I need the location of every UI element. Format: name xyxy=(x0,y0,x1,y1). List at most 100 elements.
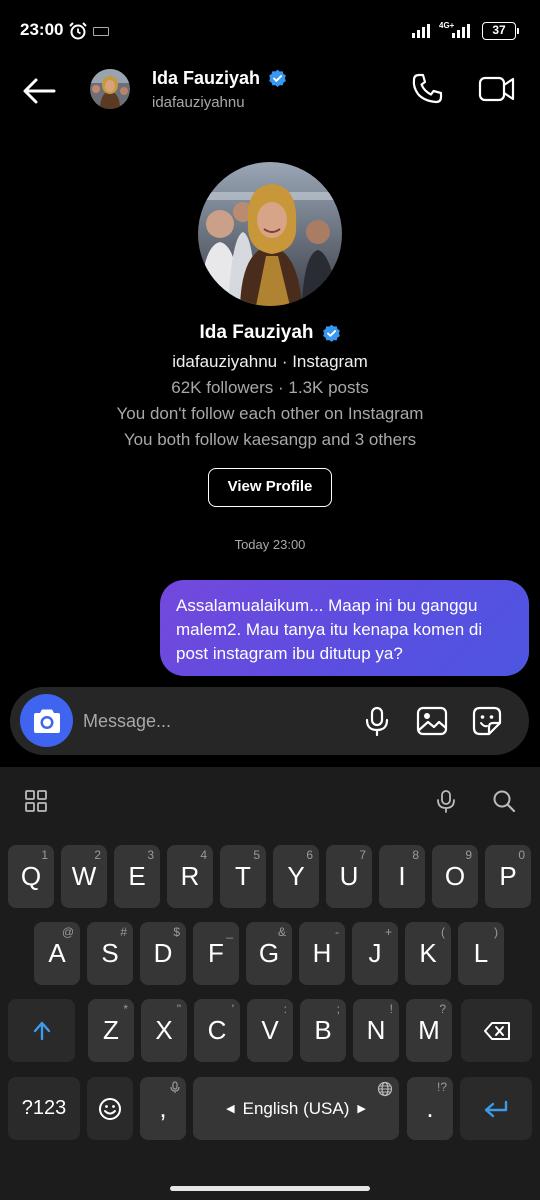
header-username: idafauziyahnu xyxy=(152,94,245,111)
message-composer xyxy=(10,687,529,755)
key-x[interactable]: X " xyxy=(141,999,187,1062)
symbols-key[interactable]: ?123 xyxy=(8,1077,80,1140)
period-key[interactable]: .!? xyxy=(407,1077,453,1140)
key-o[interactable]: O9 xyxy=(432,845,478,908)
backspace-icon xyxy=(483,1021,510,1040)
shift-key[interactable] xyxy=(8,999,75,1062)
profile-photo[interactable] xyxy=(198,162,342,306)
key-i-hint: 8 xyxy=(412,848,419,862)
key-m-label: M xyxy=(418,1015,440,1045)
key-p-label: P xyxy=(499,861,517,891)
signal-icon-2 xyxy=(452,22,470,38)
profile-stats: 62K followers · 1.3K posts xyxy=(171,378,369,397)
sticker-icon[interactable] xyxy=(471,705,503,737)
key-b[interactable]: B; xyxy=(300,999,346,1062)
chat-header: Ida Fauziyah idafauziyahnu xyxy=(0,60,540,124)
key-e[interactable]: E3 xyxy=(114,845,160,908)
key-a-hint: @ xyxy=(61,925,74,939)
key-g[interactable]: G & xyxy=(246,922,292,985)
key-w-label: W xyxy=(71,861,97,891)
key-p[interactable]: P0 xyxy=(485,845,531,908)
backspace-key[interactable] xyxy=(461,999,532,1062)
key-b-label: B xyxy=(314,1015,332,1045)
header-name[interactable]: Ida Fauziyah xyxy=(152,68,287,89)
avatar[interactable] xyxy=(90,69,130,109)
key-k[interactable]: K( xyxy=(405,922,451,985)
search-icon[interactable] xyxy=(492,789,516,813)
key-o-hint: 9 xyxy=(465,848,472,862)
status-bar: 23:00 4G+ 37 xyxy=(0,0,540,60)
key-c[interactable]: C ' xyxy=(194,999,240,1062)
keyboard-microphone-icon[interactable] xyxy=(434,789,458,813)
key-y-hint: 6 xyxy=(306,848,313,862)
enter-key[interactable] xyxy=(460,1077,532,1140)
key-w[interactable]: W2 xyxy=(61,845,107,908)
key-d-hint: $ xyxy=(173,925,180,939)
key-u-label: U xyxy=(339,861,359,891)
apps-grid-icon[interactable] xyxy=(24,789,48,813)
key-v[interactable]: V: xyxy=(247,999,293,1062)
key-z[interactable]: Z * xyxy=(88,999,134,1062)
comma-key-label: , xyxy=(159,1093,167,1123)
key-j-label: J xyxy=(368,938,382,968)
key-f-hint: _ xyxy=(226,925,233,939)
microphone-icon[interactable] xyxy=(361,705,393,737)
key-b-hint: ; xyxy=(336,1002,340,1016)
home-indicator[interactable] xyxy=(170,1186,370,1191)
key-x-label: X xyxy=(155,1015,173,1045)
key-j[interactable]: J + xyxy=(352,922,398,985)
spacebar-label: English (USA) xyxy=(242,1098,350,1118)
key-u[interactable]: U7 xyxy=(326,845,372,908)
key-z-label: Z xyxy=(103,1015,119,1045)
spacebar-key[interactable]: ◀ English (USA) ▶ xyxy=(193,1077,399,1140)
key-g-hint: & xyxy=(277,925,286,939)
key-i[interactable]: I8 xyxy=(379,845,425,908)
key-y-label: Y xyxy=(287,861,305,891)
key-a-label: A xyxy=(48,938,66,968)
key-y[interactable]: Y6 xyxy=(273,845,319,908)
key-g-label: G xyxy=(258,938,280,968)
message-input[interactable] xyxy=(83,708,343,734)
view-profile-button[interactable]: View Profile xyxy=(208,468,332,507)
sent-message-bubble[interactable]: Assalamualaikum... Maap ini bu ganggu ma… xyxy=(160,580,529,676)
key-f[interactable]: F _ xyxy=(193,922,239,985)
emoji-icon xyxy=(99,1097,121,1120)
key-q[interactable]: Q1 xyxy=(8,845,54,908)
verified-badge-icon xyxy=(322,324,340,342)
key-t[interactable]: T5 xyxy=(220,845,266,908)
key-l[interactable]: L) xyxy=(458,922,504,985)
key-r[interactable]: R4 xyxy=(167,845,213,908)
key-t-label: T xyxy=(235,861,251,891)
key-d-label: D xyxy=(153,938,173,968)
key-m-hint: ? xyxy=(439,1002,446,1016)
space-left-arrow-icon: ◀ xyxy=(226,1103,235,1115)
key-k-hint: ( xyxy=(441,925,445,939)
keyboard-toolbar xyxy=(0,767,540,833)
chat-timestamp: Today 23:00 xyxy=(234,537,306,552)
emoji-key[interactable] xyxy=(87,1077,133,1140)
key-r-hint: 4 xyxy=(200,848,207,862)
key-v-hint: : xyxy=(283,1002,287,1016)
period-key-label: . xyxy=(426,1093,434,1123)
back-arrow-icon[interactable] xyxy=(20,74,58,108)
video-icon[interactable] xyxy=(478,72,516,106)
key-r-label: R xyxy=(180,861,200,891)
phone-icon[interactable] xyxy=(410,72,444,106)
soft-keyboard: Q 1 W 2 E 3 R 4 T 5 Y 6 U 7 I 8 O 9 P 0 A @ S # D $ F _ G & H - J + K(L) Z *… xyxy=(0,767,540,1200)
key-s[interactable]: S # xyxy=(87,922,133,985)
space-right-arrow-icon: ▶ xyxy=(357,1103,366,1115)
key-a[interactable]: A @ xyxy=(34,922,80,985)
key-d[interactable]: D $ xyxy=(140,922,186,985)
key-p-hint: 0 xyxy=(518,848,525,862)
camera-button[interactable] xyxy=(20,694,73,747)
key-h-label: H xyxy=(312,938,332,968)
key-m[interactable]: M? xyxy=(406,999,452,1062)
comma-mic-hint-icon xyxy=(170,1081,180,1093)
key-n[interactable]: N! xyxy=(353,999,399,1062)
period-key-hint: !? xyxy=(436,1080,447,1094)
key-h[interactable]: H- xyxy=(299,922,345,985)
gallery-icon[interactable] xyxy=(416,705,448,737)
comma-key[interactable]: , xyxy=(140,1077,186,1140)
key-z-hint: * xyxy=(123,1002,128,1016)
follow-status: You don't follow each other on Instagram xyxy=(116,404,424,423)
